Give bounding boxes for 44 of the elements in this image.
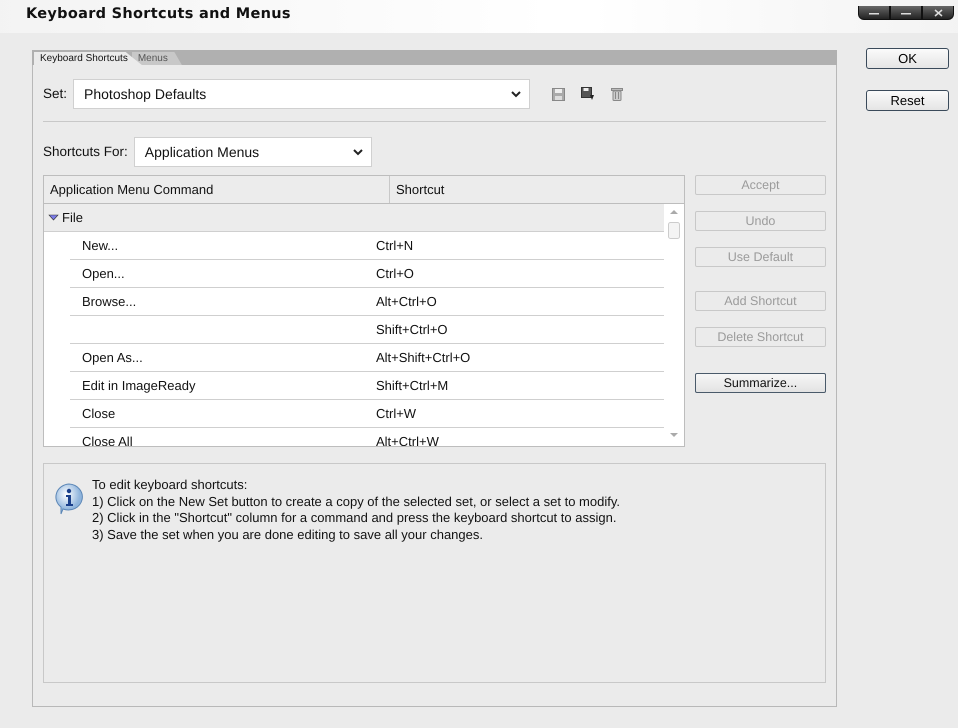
shortcut-cell[interactable]: Shift+Ctrl+M xyxy=(376,378,448,393)
window-title: Keyboard Shortcuts and Menus xyxy=(26,5,291,24)
shortcut-cell[interactable]: Alt+Ctrl+O xyxy=(376,294,437,309)
shortcut-cell[interactable]: Ctrl+O xyxy=(376,266,414,281)
triangle-icon[interactable] xyxy=(48,212,59,222)
maximize-button[interactable] xyxy=(890,6,922,20)
instruction-line: 1) Click on the New Set button to create a copy of the selected set, or select a set to modify. xyxy=(92,494,620,510)
shortcut-cell[interactable]: Alt+Ctrl+W xyxy=(376,434,439,446)
command-cell[interactable]: Edit in ImageReady xyxy=(82,378,196,393)
shortcut-cell[interactable]: Ctrl+W xyxy=(376,406,416,421)
info-icon xyxy=(54,483,84,515)
action-button[interactable]: Summarize... xyxy=(694,373,826,393)
chevron-icon xyxy=(352,148,363,156)
set-label: Set: xyxy=(43,84,68,103)
shortcuts-for-label: Shortcuts For: xyxy=(43,142,128,161)
maximize-icon xyxy=(901,10,911,14)
command-cell[interactable]: Open... xyxy=(82,266,125,281)
instructions-heading: To edit keyboard shortcuts: xyxy=(92,477,248,494)
shortcuts-for-dropdown[interactable]: Application Menus xyxy=(134,137,372,167)
save-as-icon[interactable] xyxy=(581,87,596,101)
group-row[interactable]: File xyxy=(44,204,664,232)
column-header[interactable]: Application Menu Command xyxy=(44,176,390,203)
command-cell[interactable]: Close xyxy=(82,406,116,421)
instruction-line: 2) Click in the "Shortcut" column for a command and press the keyboard shortcut to assign. xyxy=(92,510,618,526)
instruction-line: 3) Save the set when you are done editing to save all your changes. xyxy=(92,526,484,543)
chevron-icon xyxy=(511,90,522,98)
tab[interactable]: Menus xyxy=(132,52,182,65)
command-cell[interactable]: Browse... xyxy=(82,294,136,309)
save-icon[interactable] xyxy=(552,88,566,100)
dialog-button[interactable]: OK xyxy=(866,48,949,69)
close-button[interactable] xyxy=(922,6,954,20)
dialog-button[interactable]: Reset xyxy=(866,90,949,111)
minimize-button[interactable] xyxy=(858,6,890,20)
command-cell[interactable]: New... xyxy=(82,238,118,253)
trash-icon[interactable] xyxy=(611,87,624,101)
command-cell[interactable]: Open As... xyxy=(82,350,143,365)
close-icon xyxy=(934,8,942,16)
column-header[interactable]: Shortcut xyxy=(390,176,668,203)
command-cell[interactable]: Close All xyxy=(82,434,133,446)
shortcut-cell[interactable]: Shift+Ctrl+O xyxy=(376,322,448,337)
set-dropdown[interactable]: Photoshop Defaults xyxy=(73,79,530,109)
shortcut-cell[interactable]: Alt+Shift+Ctrl+O xyxy=(376,350,470,365)
minimize-icon xyxy=(869,10,879,14)
shortcut-cell[interactable]: Ctrl+N xyxy=(376,238,414,253)
